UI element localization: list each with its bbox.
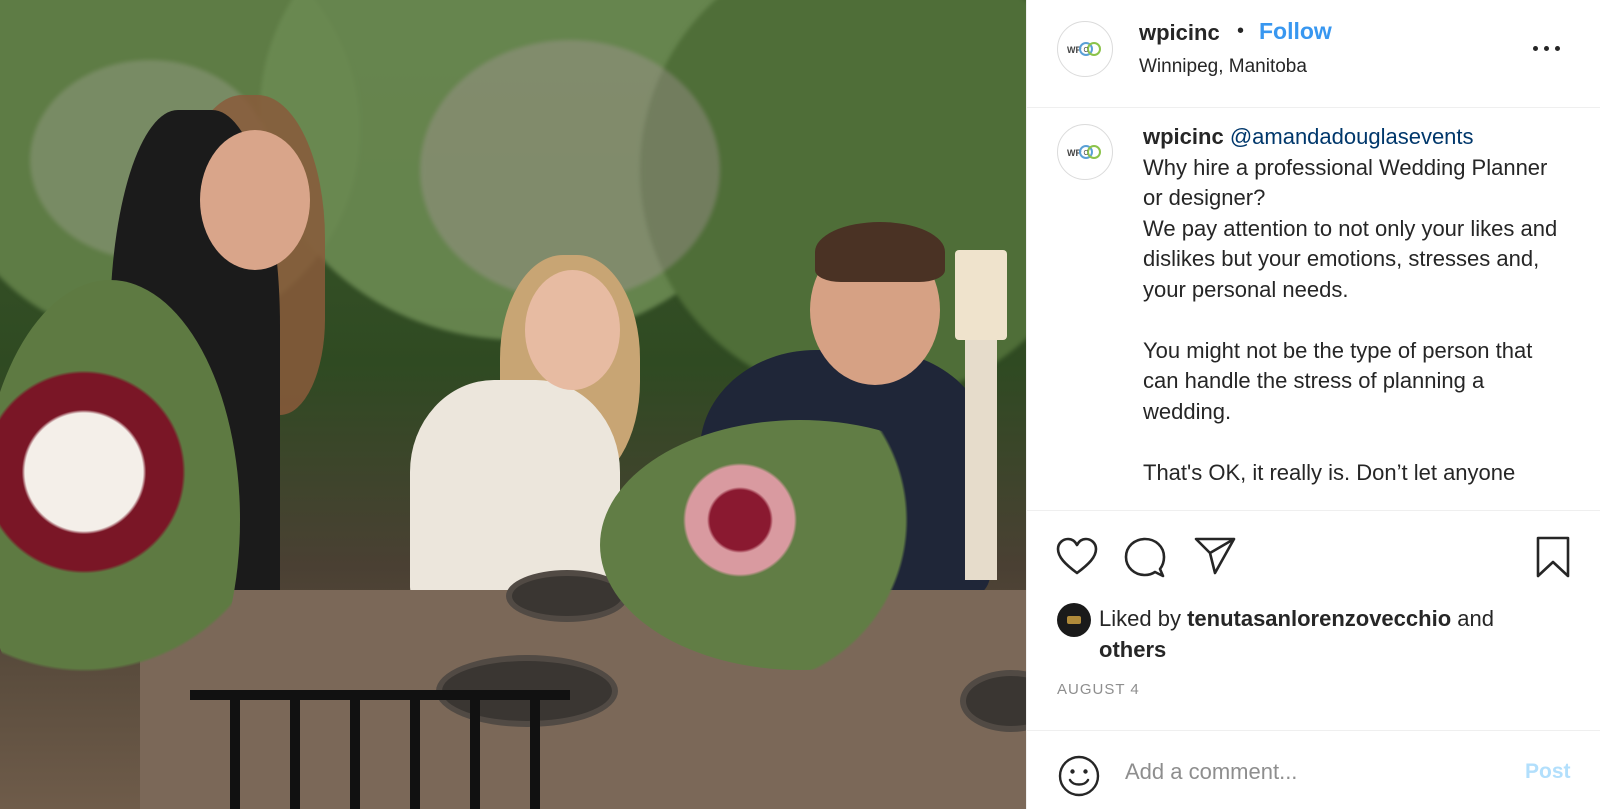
follow-button[interactable]: Follow: [1259, 18, 1332, 45]
instagram-post: WP C wpicinc • Follow Winnipeg, Manitoba…: [0, 0, 1600, 809]
bookmark-icon[interactable]: [1533, 535, 1573, 579]
svg-text:C: C: [1084, 47, 1089, 54]
location-link[interactable]: Winnipeg, Manitoba: [1139, 56, 1307, 78]
chair: [190, 690, 570, 809]
liked-by-text: Liked by tenutasanlorenzovecchio and othe…: [1099, 606, 1494, 662]
heart-icon[interactable]: [1055, 536, 1099, 576]
wpic-logo-icon[interactable]: WP C: [1057, 124, 1113, 180]
wpic-logo-icon[interactable]: WP C: [1057, 21, 1113, 77]
liker-avatar[interactable]: [1057, 603, 1091, 637]
planner-head: [200, 130, 310, 270]
post-header: WP C wpicinc • Follow Winnipeg, Manitoba: [1027, 0, 1600, 108]
caption-area: WP C wpicinc @amandadouglasevents Why hi…: [1027, 108, 1600, 510]
post-actions: Liked by tenutasanlorenzovecchio and othe…: [1027, 510, 1600, 810]
post-comment-button[interactable]: Post: [1525, 760, 1571, 784]
svg-text:C: C: [1084, 150, 1089, 157]
post-sidebar: WP C wpicinc • Follow Winnipeg, Manitoba…: [1026, 0, 1600, 809]
candle: [955, 250, 1007, 340]
flower-centerpiece: [600, 420, 1000, 670]
liker-username[interactable]: tenutasanlorenzovecchio: [1187, 606, 1451, 631]
comment-icon[interactable]: [1123, 536, 1167, 578]
post-date[interactable]: AUGUST 4: [1057, 681, 1140, 698]
more-options-icon[interactable]: [1531, 36, 1563, 60]
separator-dot: •: [1237, 20, 1245, 42]
liked-by-others-link[interactable]: others: [1099, 637, 1166, 662]
paper-plane-icon[interactable]: [1193, 536, 1237, 576]
comment-input[interactable]: [1123, 753, 1507, 791]
post-photo[interactable]: [0, 0, 1026, 809]
post-caption: wpicinc @amandadouglasevents Why hire a …: [1143, 122, 1573, 488]
caption-text: Why hire a professional Wedding Planner …: [1143, 154, 1558, 485]
caption-username[interactable]: wpicinc: [1143, 124, 1224, 149]
groom-hair: [815, 222, 945, 282]
username-link[interactable]: wpicinc: [1139, 20, 1220, 46]
bride-head: [525, 270, 620, 390]
comment-bar: Post: [1027, 730, 1600, 811]
smiley-icon[interactable]: [1057, 754, 1101, 798]
caption-mention[interactable]: @amandadouglasevents: [1230, 124, 1474, 149]
